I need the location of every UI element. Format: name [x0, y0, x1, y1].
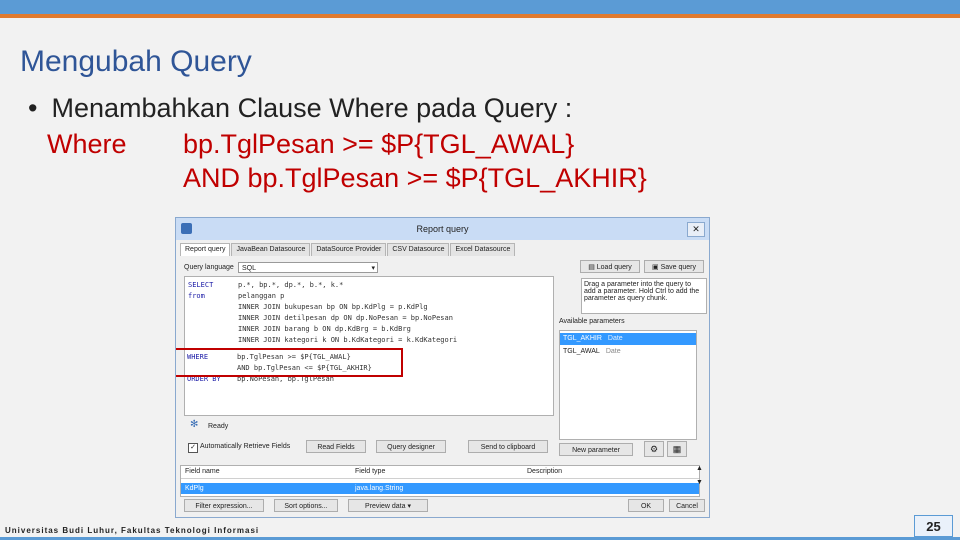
sql-editor[interactable]: SELECT p.*, bp.*, dp.*, b.*, k.* from pela…	[184, 276, 554, 416]
column-header-field-name: Field name	[185, 468, 220, 475]
chevron-down-icon: ▾	[371, 265, 375, 272]
save-icon: ▣	[652, 264, 659, 271]
report-query-dialog: Report query ✕ Report query JavaBean Data…	[175, 217, 710, 518]
filter-expression-button[interactable]: Filter expression...	[184, 499, 264, 512]
load-query-button[interactable]: ▤ Load query	[580, 260, 640, 273]
bullet-text: Menambahkan Clause Where pada Query :	[51, 93, 573, 123]
code-line-1: Where bp.TglPesan >= $P{TGL_AWAL}	[47, 129, 574, 160]
query-designer-button[interactable]: Query designer	[376, 440, 446, 453]
parameter-hint: Drag a parameter into the query to add a…	[581, 278, 707, 314]
where-clause-highlight	[176, 348, 403, 377]
bullet-marker: •	[28, 93, 38, 123]
column-header-field-type: Field type	[355, 468, 386, 475]
folder-icon: ▤	[588, 264, 595, 271]
bullet-item: • Menambahkan Clause Where pada Query :	[28, 93, 572, 124]
query-language-select[interactable]: SQL ▾	[238, 262, 378, 273]
fields-scrollbar[interactable]: ▲ ▼	[696, 465, 707, 495]
tab-excel-datasource[interactable]: Excel Datasource	[450, 243, 516, 256]
sql-line: INNER JOIN barang b ON dp.KdBrg = b.KdBr…	[238, 325, 411, 333]
save-query-button[interactable]: ▣ Save query	[644, 260, 704, 273]
slide-title: Mengubah Query	[20, 45, 252, 78]
auto-retrieve-checkbox[interactable]: ✓	[188, 443, 198, 453]
chevron-down-icon: ▾	[407, 503, 411, 510]
top-accent-line	[0, 14, 960, 18]
auto-retrieve-label: Automatically Retrieve Fields	[200, 443, 291, 450]
preview-data-button[interactable]: Preview data ▾	[348, 499, 428, 512]
code-clause-2: AND bp.TglPesan >= $P{TGL_AKHIR}	[183, 163, 647, 193]
parameters-panel: Drag a parameter into the query to add a…	[559, 276, 707, 481]
fields-table-header: Field name Field type Description	[181, 466, 699, 479]
send-to-clipboard-button[interactable]: Send to clipboard	[468, 440, 548, 453]
tab-javabean-datasource[interactable]: JavaBean Datasource	[231, 243, 311, 256]
parameter-item[interactable]: TGL_AWAL Date	[560, 346, 696, 358]
status-text: Ready	[208, 423, 229, 430]
new-parameter-button[interactable]: New parameter	[559, 443, 633, 456]
column-header-description: Description	[527, 468, 563, 475]
top-accent-bar	[0, 0, 960, 14]
fields-table: Field name Field type Description KdPlg …	[180, 465, 700, 497]
sql-line: INNER JOIN kategori k ON b.KdKategori = …	[238, 336, 458, 344]
sql-line: from pelanggan p	[188, 292, 285, 300]
table-row[interactable]: KdPlg java.lang.String	[181, 483, 699, 494]
code-clause-1: bp.TglPesan >= $P{TGL_AWAL}	[183, 129, 575, 159]
dialog-tabs: Report query JavaBean Datasource DataSourc…	[180, 243, 516, 256]
tab-report-query[interactable]: Report query	[180, 243, 231, 256]
slide: Mengubah Query • Menambahkan Clause Where…	[0, 0, 960, 540]
read-fields-button[interactable]: Read Fields	[306, 440, 366, 453]
page-number: 25	[914, 515, 953, 537]
settings-icon[interactable]: ⚙	[644, 441, 664, 457]
sql-line: INNER JOIN bukupesan bp ON bp.KdPlg = p.…	[238, 303, 428, 311]
query-language-value: SQL	[242, 265, 257, 272]
close-icon[interactable]: ✕	[687, 222, 705, 237]
dialog-title: Report query	[416, 224, 469, 234]
sort-options-button[interactable]: Sort options...	[274, 499, 338, 512]
available-parameters-label: Available parameters	[559, 318, 625, 325]
parameter-list: TGL_AKHIR Date TGL_AWAL Date	[559, 330, 697, 440]
ok-button[interactable]: OK	[628, 499, 664, 512]
sql-line: SELECT p.*, bp.*, dp.*, b.*, k.*	[188, 281, 344, 289]
sql-line: INNER JOIN detilpesan dp ON dp.NoPesan =…	[238, 314, 453, 322]
cancel-button[interactable]: Cancel	[669, 499, 705, 512]
code-keyword: Where	[47, 129, 127, 159]
parameter-item[interactable]: TGL_AKHIR Date	[560, 333, 696, 345]
tab-csv-datasource[interactable]: CSV Datasource	[387, 243, 450, 256]
tab-datasource-provider[interactable]: DataSource Provider	[311, 243, 387, 256]
footer-text: Universitas Budi Luhur, Fakultas Teknolo…	[5, 526, 260, 535]
filter-icon[interactable]: ▦	[667, 441, 687, 457]
spinner-icon: ✻	[190, 419, 199, 430]
query-language-label: Query language	[184, 264, 234, 271]
